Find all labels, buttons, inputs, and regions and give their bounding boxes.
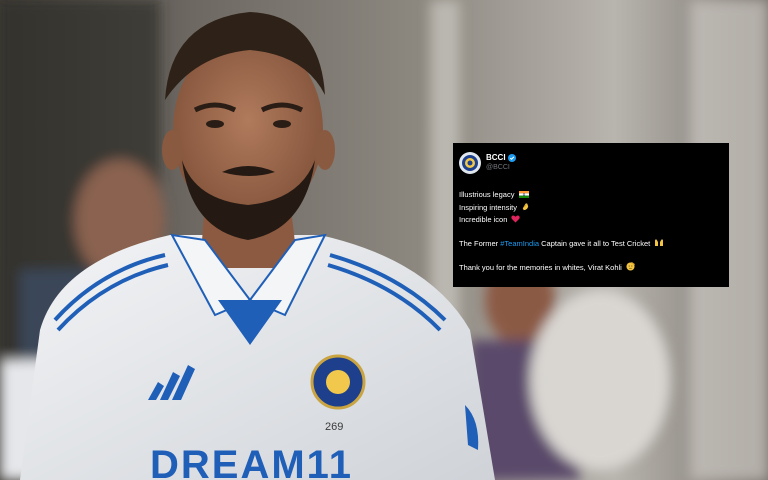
tweet-line-4-prefix: The Former: [459, 239, 501, 248]
tweet-line-3: Incredible icon: [459, 215, 508, 224]
india-flag-icon: [518, 190, 529, 202]
saluting-face-icon: [626, 261, 635, 275]
teamindia-hashtag-link[interactable]: #TeamIndia: [500, 239, 539, 248]
bcci-avatar[interactable]: [459, 152, 481, 174]
jersey-sponsor-text: DREAM11: [150, 443, 353, 480]
tweet-text: Illustrious legacy Inspiring intensity I…: [459, 189, 721, 275]
raising-hands-icon: [654, 238, 664, 251]
tweet-header: BCCI @BCCI: [459, 151, 721, 175]
bcci-logo-icon: [462, 155, 478, 171]
tweet-line-1: Illustrious legacy: [459, 190, 515, 199]
jersey-number: 269: [325, 421, 343, 433]
clapping-hands-icon: [521, 202, 530, 215]
tweet-author-name[interactable]: BCCI: [486, 153, 506, 163]
tweet-card: BCCI @BCCI Illustrious legacy Inspiring …: [453, 143, 729, 287]
red-heart-icon: [511, 215, 521, 227]
tweet-line-2: Inspiring intensity: [459, 202, 517, 212]
tweet-line-5: Thank you for the memories in whites, Vi…: [459, 263, 622, 272]
verified-badge-icon: [507, 154, 516, 162]
tweet-author-handle[interactable]: @BCCI: [486, 163, 516, 173]
tweet-line-4-suffix: Captain gave it all to Test Cricket: [539, 239, 651, 248]
